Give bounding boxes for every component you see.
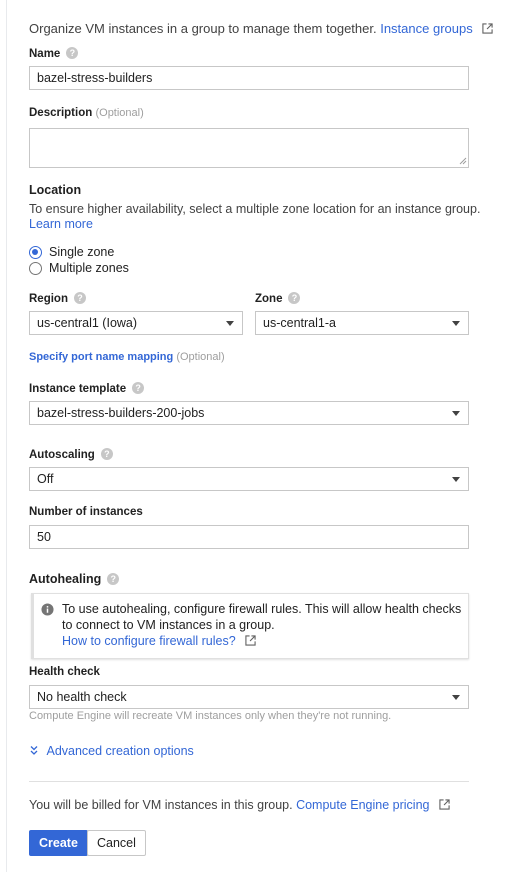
dropdown-arrow-icon bbox=[452, 411, 460, 416]
instance-template-label: Instance template? bbox=[29, 382, 145, 395]
description-textarea[interactable] bbox=[29, 128, 469, 168]
external-link-icon bbox=[245, 635, 256, 646]
help-icon[interactable]: ? bbox=[132, 382, 145, 394]
instance-template-select[interactable]: bazel-stress-builders-200-jobs bbox=[29, 401, 469, 425]
zone-label: Zone? bbox=[255, 292, 301, 305]
external-link-icon bbox=[439, 799, 450, 810]
dropdown-arrow-icon bbox=[452, 477, 460, 482]
port-mapping-link[interactable]: Specify port name mapping bbox=[29, 351, 173, 363]
advanced-options-toggle[interactable]: Advanced creation options bbox=[29, 744, 194, 758]
region-label-text: Region bbox=[29, 293, 68, 305]
zone-value: us-central1-a bbox=[263, 316, 336, 330]
autoscaling-select[interactable]: Off bbox=[29, 467, 469, 491]
location-text: To ensure higher availability, select a … bbox=[29, 202, 481, 216]
autoscaling-value: Off bbox=[37, 472, 54, 486]
help-icon[interactable]: ? bbox=[73, 292, 86, 304]
resize-handle-icon[interactable] bbox=[459, 157, 467, 165]
region-label: Region? bbox=[29, 292, 86, 305]
billing-note: You will be billed for VM instances in t… bbox=[29, 798, 450, 812]
external-link-icon bbox=[482, 23, 493, 34]
port-mapping: Specify port name mapping (Optional) bbox=[29, 351, 225, 363]
advanced-options-label: Advanced creation options bbox=[46, 744, 194, 758]
autohealing-info-box: To use autohealing, configure firewall r… bbox=[31, 593, 469, 659]
num-instances-label: Number of instances bbox=[29, 506, 143, 518]
instance-template-value: bazel-stress-builders-200-jobs bbox=[37, 406, 205, 420]
pricing-link[interactable]: Compute Engine pricing bbox=[296, 798, 429, 812]
intro-text: Organize VM instances in a group to mana… bbox=[29, 21, 377, 36]
num-instances-input[interactable]: 50 bbox=[29, 525, 469, 549]
billing-text: You will be billed for VM instances in t… bbox=[29, 798, 293, 812]
instance-template-label-text: Instance template bbox=[29, 383, 127, 395]
divider bbox=[29, 781, 469, 782]
dropdown-arrow-icon bbox=[226, 321, 234, 326]
region-select[interactable]: us-central1 (Iowa) bbox=[29, 311, 243, 335]
zone-label-text: Zone bbox=[255, 293, 283, 305]
description-label-text: Description bbox=[29, 107, 93, 119]
name-label: Name? bbox=[29, 47, 79, 60]
cancel-button[interactable]: Cancel bbox=[87, 830, 146, 856]
info-icon bbox=[41, 603, 54, 616]
name-input[interactable]: bazel-stress-builders bbox=[29, 66, 469, 90]
help-icon[interactable]: ? bbox=[107, 573, 120, 585]
configure-firewall-link[interactable]: How to configure firewall rules? bbox=[62, 634, 236, 648]
region-value: us-central1 (Iowa) bbox=[37, 316, 138, 330]
dropdown-arrow-icon bbox=[452, 695, 460, 700]
name-label-text: Name bbox=[29, 48, 61, 60]
dropdown-arrow-icon bbox=[452, 321, 460, 326]
help-icon[interactable]: ? bbox=[100, 448, 113, 460]
multiple-zones-radio[interactable] bbox=[29, 262, 42, 275]
single-zone-label[interactable]: Single zone bbox=[49, 245, 114, 259]
left-panel-edge bbox=[6, 0, 7, 872]
health-check-select[interactable]: No health check bbox=[29, 685, 469, 709]
autohealing-label-text: Autohealing bbox=[29, 572, 102, 586]
create-button[interactable]: Create bbox=[29, 830, 88, 856]
learn-more-link[interactable]: Learn more bbox=[29, 217, 93, 231]
health-check-value: No health check bbox=[37, 690, 127, 704]
location-heading: Location bbox=[29, 183, 82, 197]
double-chevron-down-icon bbox=[30, 746, 38, 755]
zone-select[interactable]: us-central1-a bbox=[255, 311, 469, 335]
autohealing-heading: Autohealing? bbox=[29, 572, 120, 586]
autohealing-info-line1: To use autohealing, configure firewall r… bbox=[62, 602, 462, 616]
firewall-rules-link-wrap: How to configure firewall rules? bbox=[62, 634, 256, 648]
multiple-zones-label[interactable]: Multiple zones bbox=[49, 261, 129, 275]
health-check-label: Health check bbox=[29, 666, 100, 678]
health-check-hint: Compute Engine will recreate VM instance… bbox=[29, 710, 392, 722]
description-optional: (Optional) bbox=[95, 107, 144, 119]
autoscaling-label-text: Autoscaling bbox=[29, 449, 95, 461]
intro: Organize VM instances in a group to mana… bbox=[29, 21, 493, 36]
autoscaling-label: Autoscaling? bbox=[29, 448, 113, 461]
help-icon[interactable]: ? bbox=[288, 292, 301, 304]
help-icon[interactable]: ? bbox=[66, 47, 79, 59]
single-zone-radio[interactable] bbox=[29, 246, 42, 259]
autohealing-info-line2: to connect to VM instances in a group. bbox=[62, 618, 275, 632]
description-label: Description (Optional) bbox=[29, 107, 144, 119]
instance-groups-link[interactable]: Instance groups bbox=[380, 21, 473, 36]
port-mapping-optional: (Optional) bbox=[176, 351, 225, 363]
